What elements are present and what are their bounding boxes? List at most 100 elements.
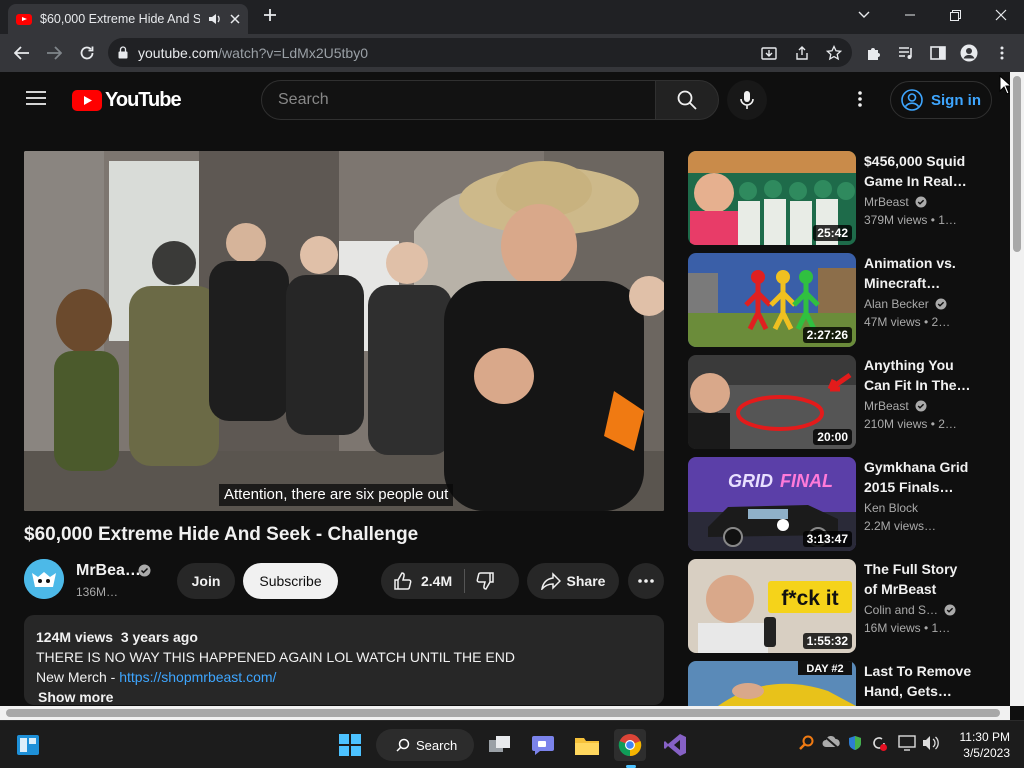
extensions-puzzle-icon[interactable] bbox=[862, 41, 886, 65]
microphone-icon bbox=[740, 91, 754, 109]
voice-search-button[interactable] bbox=[727, 80, 767, 120]
share-arrow-icon bbox=[540, 572, 561, 590]
widgets-icon[interactable] bbox=[12, 729, 44, 761]
dislike-button[interactable] bbox=[475, 571, 495, 591]
profile-icon[interactable] bbox=[957, 41, 981, 65]
horizontal-scroll-thumb[interactable] bbox=[6, 709, 1000, 717]
recommended-channel[interactable]: MrBeast bbox=[864, 195, 927, 209]
description-box[interactable]: 124M views 3 years ago THERE IS NO WAY T… bbox=[24, 615, 664, 705]
video-title: $60,000 Extreme Hide And Seek - Challeng… bbox=[24, 524, 419, 545]
verified-badge-icon bbox=[138, 564, 151, 577]
speaker-icon[interactable] bbox=[208, 13, 222, 25]
install-app-icon[interactable] bbox=[757, 41, 781, 65]
side-panel-icon[interactable] bbox=[926, 41, 950, 65]
teams-chat-icon[interactable] bbox=[527, 729, 559, 761]
description-line: THERE IS NO WAY THIS HAPPENED AGAIN LOL … bbox=[36, 649, 515, 665]
show-more-button[interactable]: Show more bbox=[38, 687, 652, 707]
video-duration: 3:13:47 bbox=[802, 531, 852, 547]
reload-icon[interactable] bbox=[75, 41, 99, 65]
search-tray-icon[interactable] bbox=[798, 735, 814, 751]
recommended-channel[interactable]: Alan Becker bbox=[864, 297, 947, 311]
tab-search-chevron-icon[interactable] bbox=[850, 4, 878, 26]
cloud-offline-icon[interactable] bbox=[822, 735, 840, 749]
merch-link[interactable]: https://shopmrbeast.com/ bbox=[119, 669, 276, 685]
join-button[interactable]: Join bbox=[177, 563, 235, 599]
recommended-channel[interactable]: Ken Block bbox=[864, 501, 918, 515]
search-box[interactable] bbox=[261, 80, 656, 120]
thumb-caption-text: f*ck it bbox=[781, 587, 838, 610]
recommended-title: Animation vs. Minecraft… bbox=[864, 255, 956, 291]
file-explorer-icon[interactable] bbox=[571, 729, 603, 761]
chrome-icon[interactable] bbox=[614, 729, 646, 761]
like-button[interactable]: 2.4M bbox=[393, 571, 452, 591]
browser-menu-icon[interactable] bbox=[990, 41, 1014, 65]
search-button[interactable] bbox=[655, 80, 719, 120]
visual-studio-icon[interactable] bbox=[659, 729, 691, 761]
task-view-icon[interactable] bbox=[484, 729, 516, 761]
sign-in-button[interactable]: Sign in bbox=[890, 81, 992, 119]
url-host: youtube.com bbox=[138, 44, 219, 61]
forward-arrow-icon[interactable] bbox=[42, 41, 66, 65]
bookmark-star-icon[interactable] bbox=[822, 41, 846, 65]
video-thumbnail[interactable]: GRID FINAL 3:13:47 bbox=[688, 457, 856, 551]
settings-menu-icon[interactable] bbox=[858, 91, 862, 107]
video-thumbnail[interactable]: f*ck it 1:55:32 bbox=[688, 559, 856, 653]
verified-badge-icon bbox=[944, 604, 956, 616]
recommended-video[interactable]: f*ck it 1:55:32 The Full Story of MrBeast… bbox=[688, 559, 978, 653]
recommended-video[interactable]: 2:27:26 Animation vs. Minecraft… Alan Bec… bbox=[688, 253, 978, 347]
recommended-video[interactable]: GRID FINAL 3:13:47 Gymkhana Grid 2015 Fin… bbox=[688, 457, 978, 551]
clock-date: 3/5/2023 bbox=[963, 746, 1010, 760]
windows-start-icon[interactable] bbox=[334, 729, 366, 761]
video-thumbnail[interactable]: 25:42 bbox=[688, 151, 856, 245]
hamburger-menu-icon[interactable] bbox=[26, 90, 46, 106]
channel-avatar[interactable] bbox=[24, 559, 64, 599]
share-page-icon[interactable] bbox=[790, 41, 814, 65]
recommended-video[interactable]: DAY #2 Last To Remove Hand, Gets… bbox=[688, 661, 978, 706]
subscribe-button[interactable]: Subscribe bbox=[243, 563, 338, 599]
recommended-video[interactable]: 25:42 $456,000 Squid Game In Real… MrBeas… bbox=[688, 151, 978, 245]
thumbs-down-icon bbox=[476, 572, 494, 590]
video-thumbnail[interactable]: 2:27:26 bbox=[688, 253, 856, 347]
vertical-scrollbar[interactable] bbox=[1010, 72, 1024, 706]
lock-icon[interactable] bbox=[118, 46, 128, 59]
update-alert-icon[interactable] bbox=[871, 735, 887, 751]
close-window-button[interactable] bbox=[987, 4, 1015, 26]
horizontal-scrollbar[interactable] bbox=[0, 706, 1010, 720]
video-frame bbox=[24, 151, 664, 511]
restore-button[interactable] bbox=[941, 4, 969, 26]
video-thumbnail[interactable]: DAY #2 bbox=[688, 661, 856, 706]
channel-name[interactable]: MrBea… bbox=[76, 562, 141, 580]
recommended-channel[interactable]: Colin and S… bbox=[864, 603, 956, 617]
youtube-logo[interactable]: YouTube bbox=[72, 89, 182, 112]
new-tab-button[interactable] bbox=[256, 4, 284, 26]
like-divider bbox=[464, 569, 466, 593]
taskbar-clock[interactable]: 11:30 PM 3/5/2023 bbox=[948, 729, 1010, 761]
vertical-scroll-thumb[interactable] bbox=[1013, 76, 1021, 252]
video-player[interactable] bbox=[24, 151, 664, 511]
video-thumbnail[interactable]: 20:00 bbox=[688, 355, 856, 449]
recommended-video[interactable]: 20:00 Anything You Can Fit In The… MrBeas… bbox=[688, 355, 978, 449]
search-input[interactable] bbox=[278, 91, 655, 109]
more-actions-button[interactable] bbox=[628, 563, 664, 599]
address-bar[interactable]: youtube.com/watch?v=LdMx2U5tby0 bbox=[108, 38, 852, 67]
upload-age: 3 years ago bbox=[120, 629, 198, 645]
tab-close-icon[interactable] bbox=[230, 14, 240, 24]
taskbar-search[interactable]: Search bbox=[376, 729, 474, 761]
more-horizontal-icon bbox=[638, 579, 654, 583]
merch-line: New Merch - https://shopmrbeast.com/ bbox=[36, 667, 652, 687]
youtube-favicon-icon bbox=[16, 13, 32, 25]
share-button[interactable]: Share bbox=[527, 563, 619, 599]
verified-badge-icon bbox=[915, 400, 927, 412]
recommended-title: Gymkhana Grid 2015 Finals… bbox=[864, 459, 969, 495]
media-controls-icon[interactable] bbox=[894, 41, 918, 65]
security-shield-icon[interactable] bbox=[847, 735, 863, 751]
display-icon[interactable] bbox=[898, 735, 916, 751]
share-label: Share bbox=[566, 573, 606, 589]
back-arrow-icon[interactable] bbox=[10, 41, 34, 65]
clock-time: 11:30 PM bbox=[959, 730, 1010, 744]
browser-tab[interactable]: $60,000 Extreme Hide And S bbox=[8, 4, 248, 34]
recommended-channel[interactable]: MrBeast bbox=[864, 399, 927, 413]
description-meta: 124M views 3 years ago bbox=[36, 627, 652, 647]
volume-icon[interactable] bbox=[922, 735, 940, 751]
minimize-button[interactable] bbox=[896, 4, 924, 26]
